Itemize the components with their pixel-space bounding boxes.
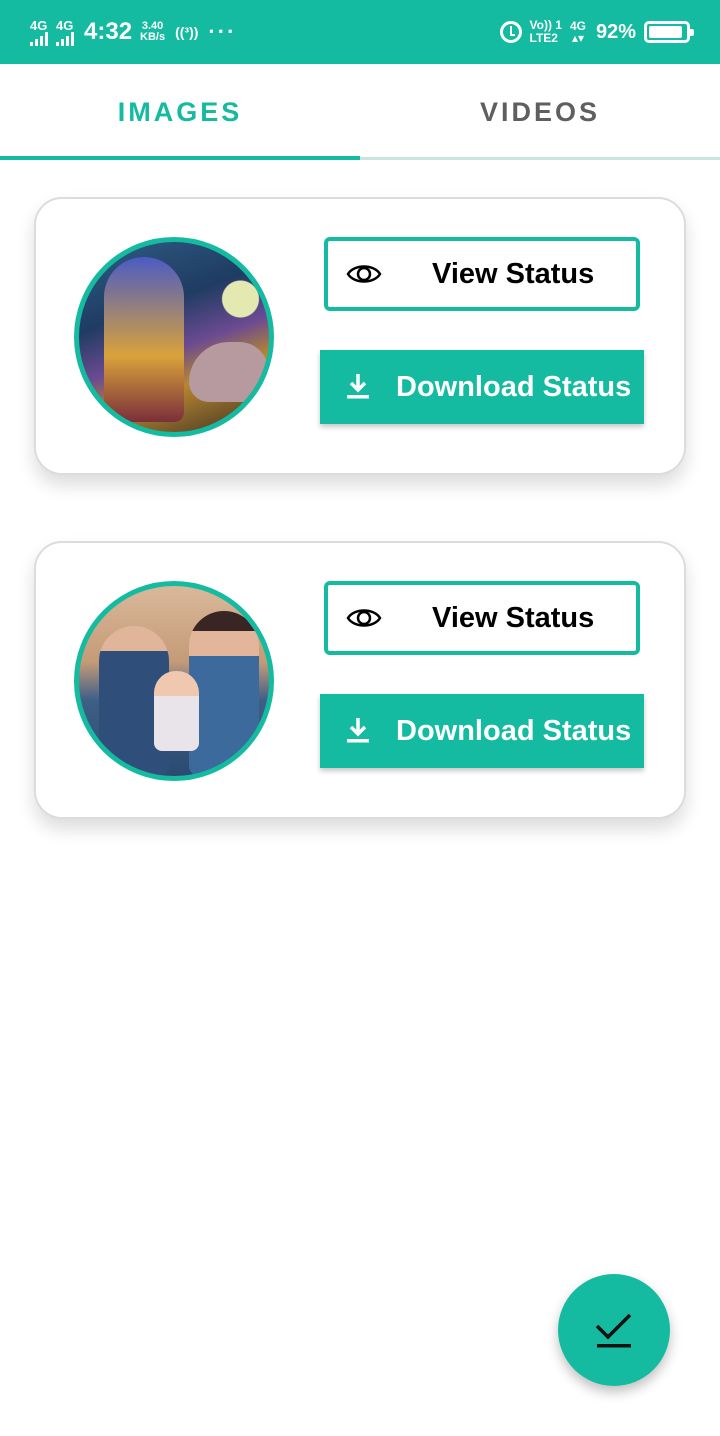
clock: 4:32 <box>84 18 133 45</box>
thumbnail-figure <box>189 342 269 402</box>
view-status-button[interactable]: View Status <box>324 581 640 655</box>
status-thumbnail[interactable] <box>74 237 274 437</box>
lte-label: LTE2 <box>529 31 558 45</box>
tab-videos[interactable]: VIDEOS <box>360 64 720 160</box>
view-status-label: View Status <box>432 257 595 290</box>
status-thumbnail[interactable] <box>74 581 274 781</box>
battery-icon <box>644 21 694 43</box>
sim2-network-label: 4G <box>56 17 74 33</box>
signal-bars-icon <box>56 31 74 46</box>
download-status-button[interactable]: Download Status <box>320 350 644 424</box>
download-status-button[interactable]: Download Status <box>320 694 644 768</box>
battery-fill <box>649 26 683 38</box>
download-icon <box>347 718 369 743</box>
status-bar: 4G 4G 4:32 3.40 KB/s ((³)) ··· Vo)) 1 LT… <box>0 0 720 64</box>
thumbnail-figure <box>154 671 199 751</box>
volte-indicator: Vo)) 1 LTE2 <box>530 19 562 45</box>
network-speed: 3.40 KB/s <box>140 21 165 43</box>
tab-bar: IMAGES VIDEOS <box>0 64 720 160</box>
eye-icon <box>346 609 382 627</box>
download-status-label: Download Status <box>396 714 632 747</box>
sim2-signal: 4G <box>56 19 74 46</box>
battery-percentage: 92% <box>595 20 636 43</box>
download-all-fab[interactable] <box>558 1274 670 1386</box>
view-status-label: View Status <box>432 601 595 634</box>
status-card: View Status Download Status <box>34 197 686 475</box>
download-status-label: Download Status <box>396 370 632 403</box>
eye-icon <box>346 265 382 283</box>
view-status-button[interactable]: View Status <box>324 237 640 311</box>
mobile-data-indicator: 4G ▴▾ <box>570 20 586 44</box>
tab-images[interactable]: IMAGES <box>0 64 360 160</box>
hotspot-icon: ((³)) <box>175 24 199 40</box>
signal-bars-icon <box>30 31 48 46</box>
sim1-network-label: 4G <box>30 17 48 33</box>
speed-unit: KB/s <box>140 31 166 43</box>
status-card: View Status Download Status <box>34 541 686 819</box>
data-arrows-icon: ▴▾ <box>571 31 584 45</box>
thumbnail-figure <box>189 611 259 776</box>
thumbnail-figure <box>104 257 184 422</box>
sim1-signal: 4G <box>30 19 48 46</box>
check-download-icon <box>595 1313 632 1348</box>
download-icon <box>347 374 369 399</box>
alarm-icon <box>499 21 522 43</box>
more-notifications-icon: ··· <box>208 19 237 44</box>
